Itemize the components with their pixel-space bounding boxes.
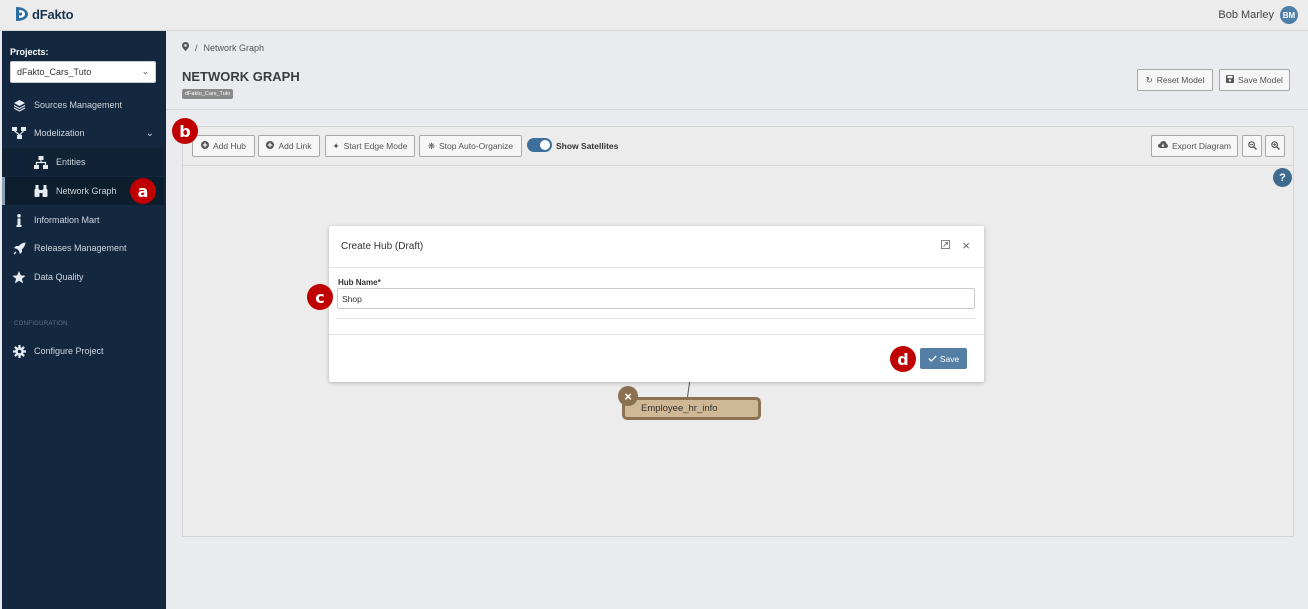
sitemap-icon	[12, 126, 26, 140]
section-label: CONFIGURATION	[14, 321, 68, 327]
sidebar-item-label: Information Mart	[34, 215, 100, 225]
check-icon	[928, 354, 937, 364]
sidebar-item-modelization[interactable]: Modelization ⌄	[2, 119, 164, 147]
save-label: Save	[939, 353, 960, 364]
info-icon	[12, 213, 26, 227]
bug-icon: ❋	[427, 140, 435, 151]
sidebar-item-sources-management[interactable]: Sources Management	[2, 91, 164, 119]
project-badge: dFakto_Cars_Tuto	[182, 89, 234, 99]
project-select[interactable]: dFakto_Cars_Tuto ⌄	[10, 61, 156, 83]
gear-icon	[12, 344, 26, 358]
reset-model-label: Reset Model	[1156, 75, 1205, 85]
breadcrumb: / Network Graph	[182, 42, 264, 53]
toolbar-divider	[183, 165, 1293, 166]
save-button[interactable]: Save	[920, 348, 967, 369]
modal-title: Create Hub (Draft)	[341, 241, 424, 252]
sidebar-item-label: Data Quality	[34, 272, 84, 282]
show-satellites-label: Show Satellites	[556, 141, 619, 151]
avatar[interactable]: BM	[1280, 6, 1298, 24]
user-name: Bob Marley	[1218, 9, 1274, 21]
hierarchy-icon	[34, 155, 48, 169]
callout-marker-b: b	[172, 118, 198, 144]
save-model-label: Save Model	[1238, 75, 1283, 85]
modal-divider	[329, 267, 984, 268]
plus-circle-icon	[200, 141, 209, 151]
add-link-label: Add Link	[278, 141, 312, 151]
map-marker-icon[interactable]	[182, 42, 189, 53]
app-logo[interactable]: dFakto	[14, 5, 74, 23]
top-bar: dFakto Bob Marley BM	[0, 0, 1308, 31]
zoom-in-icon	[1270, 140, 1280, 152]
field-divider	[337, 318, 975, 319]
create-hub-modal: Create Hub (Draft) × Hub Name* Save	[329, 226, 984, 382]
zoom-out-button[interactable]	[1242, 135, 1262, 157]
sidebar-item-label: Network Graph	[56, 186, 117, 196]
sidebar-item-entities[interactable]: Entities	[2, 148, 164, 176]
sidebar-item-label: Modelization	[34, 128, 85, 138]
binoculars-icon	[34, 184, 48, 198]
add-hub-label: Add Hub	[212, 141, 247, 151]
page-title: NETWORK GRAPH	[182, 69, 300, 84]
user-menu[interactable]: Bob Marley BM	[1218, 6, 1298, 24]
add-hub-button[interactable]: Add Hub	[192, 135, 255, 157]
projects-label: Projects:	[10, 47, 49, 57]
floppy-icon	[1226, 75, 1235, 85]
layers-icon	[12, 98, 26, 112]
expand-icon[interactable]	[941, 240, 950, 252]
save-model-button[interactable]: Save Model	[1219, 69, 1290, 91]
node-delete-icon[interactable]: ×	[618, 386, 638, 406]
show-satellites-toggle[interactable]	[527, 138, 552, 152]
modal-footer-divider	[329, 334, 984, 335]
sidebar: Projects: dFakto_Cars_Tuto ⌄ Sources Man…	[2, 31, 166, 609]
zoom-in-button[interactable]	[1265, 135, 1285, 157]
start-edge-label: Start Edge Mode	[343, 141, 408, 151]
refresh-icon: ↻	[1145, 74, 1153, 85]
breadcrumb-current: Network Graph	[203, 42, 265, 53]
graph-node[interactable]: Employee_hr_info	[622, 397, 761, 420]
export-diagram-button[interactable]: Export Diagram	[1151, 135, 1238, 157]
graph-node-label: Employee_hr_info	[641, 403, 718, 414]
sidebar-item-label: Configure Project	[34, 346, 104, 356]
chevron-down-icon: ⌄	[141, 66, 149, 76]
arrows-icon: ✦	[332, 140, 340, 151]
stop-auto-organize-button[interactable]: ❋ Stop Auto-Organize	[419, 135, 522, 157]
sidebar-item-information-mart[interactable]: Information Mart	[2, 206, 164, 234]
callout-marker-a: a	[130, 178, 156, 204]
sidebar-item-label: Sources Management	[34, 100, 123, 110]
start-edge-mode-button[interactable]: ✦ Start Edge Mode	[325, 135, 415, 157]
sidebar-item-label: Releases Management	[34, 243, 127, 253]
export-diagram-label: Export Diagram	[1171, 141, 1232, 151]
sidebar-item-label: Entities	[56, 157, 86, 167]
callout-marker-c: c	[307, 284, 333, 310]
sidebar-item-data-quality[interactable]: Data Quality	[2, 263, 164, 291]
sidebar-item-configure-project[interactable]: Configure Project	[2, 337, 164, 365]
breadcrumb-separator: /	[195, 42, 198, 53]
sidebar-item-releases-management[interactable]: Releases Management	[2, 234, 164, 262]
hub-name-input[interactable]	[337, 288, 975, 309]
brand-name: dFakto	[32, 6, 74, 22]
project-select-value: dFakto_Cars_Tuto	[17, 67, 92, 77]
close-icon[interactable]: ×	[962, 238, 970, 253]
help-icon[interactable]: ?	[1273, 168, 1292, 187]
zoom-out-icon	[1247, 140, 1257, 152]
rocket-icon	[12, 241, 26, 255]
hub-name-label: Hub Name*	[338, 278, 381, 287]
stop-auto-label: Stop Auto-Organize	[438, 141, 514, 151]
star-icon	[12, 270, 26, 284]
callout-marker-d: d	[890, 346, 916, 372]
logo-icon	[16, 7, 28, 21]
reset-model-button[interactable]: ↻ Reset Model	[1137, 69, 1213, 91]
header-divider	[166, 109, 1308, 110]
add-link-button[interactable]: Add Link	[258, 135, 320, 157]
plus-circle-icon	[266, 141, 275, 151]
chevron-down-icon: ⌄	[145, 127, 154, 139]
cloud-download-icon	[1157, 141, 1168, 151]
